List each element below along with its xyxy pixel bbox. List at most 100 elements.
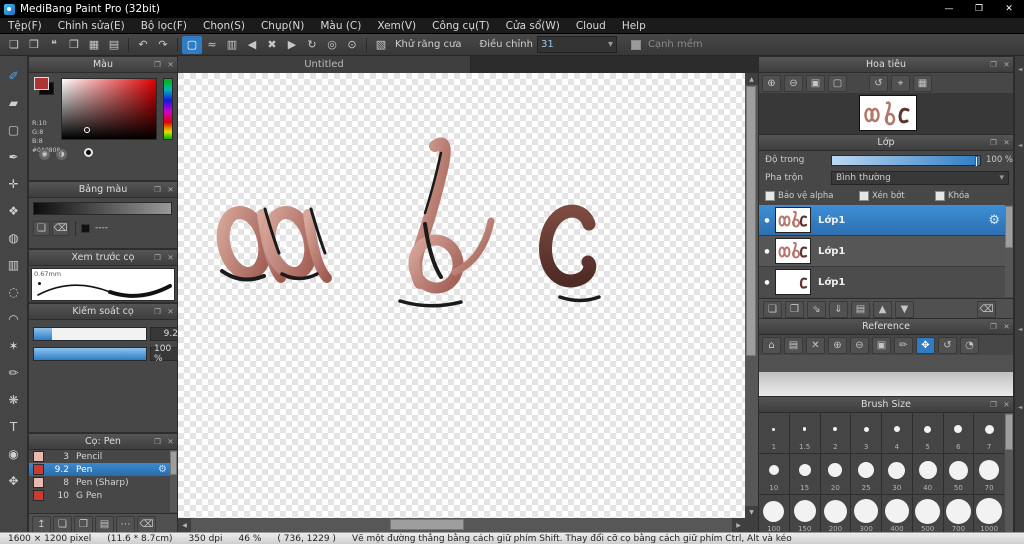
layer-visible-icon[interactable]: ● (759, 217, 775, 224)
brush-size-option[interactable]: 20 (820, 454, 851, 494)
flip-right-button[interactable]: ▶ (282, 36, 302, 54)
hand-tool-icon[interactable]: ✥ (2, 467, 26, 494)
saturation-value-picker[interactable] (61, 78, 157, 140)
layer-blend-dropdown[interactable]: Bình thường ▾ (831, 171, 1009, 185)
brush-size-option[interactable]: 100 (759, 495, 789, 535)
panel-collapse-icon[interactable]: ◄ (1015, 400, 1024, 414)
brush-size-option[interactable]: 2 (820, 413, 851, 453)
duplicate-button[interactable]: ❐ (64, 36, 84, 54)
ref-rotate-icon[interactable]: ↺ (938, 337, 957, 354)
nav-zoom-100-icon[interactable]: ▢ (828, 75, 847, 92)
navigator-preview-area[interactable] (759, 93, 1013, 134)
panel-float-icon[interactable]: ❐ (151, 253, 164, 262)
panel-close-icon[interactable]: ✕ (164, 185, 177, 194)
nav-screen-icon[interactable]: ▦ (913, 75, 932, 92)
protect-alpha-check[interactable]: Bảo vệ alpha (765, 191, 833, 201)
eraser-tool-icon[interactable]: ▰ (2, 89, 26, 116)
layer-opacity-slider[interactable] (831, 155, 981, 167)
snap-circle-button[interactable]: ◎ (322, 36, 342, 54)
move-tool-icon[interactable]: ✛ (2, 170, 26, 197)
menu-view[interactable]: Xem(V) (369, 18, 424, 34)
layer-visible-icon[interactable]: ● (759, 279, 775, 286)
canvas-hscrollbar[interactable]: ◀ ▶ (178, 518, 745, 532)
layer-move-up-icon[interactable]: ▲ (873, 301, 892, 318)
undo-button[interactable]: ↶ (133, 36, 153, 54)
panel-close-icon[interactable]: ✕ (164, 437, 177, 446)
zoom-tool-icon[interactable]: ◉ (2, 440, 26, 467)
layer-row[interactable]: ● Lớp1 (759, 267, 1005, 297)
lasso-tool-icon[interactable]: ◌ (2, 278, 26, 305)
panel-float-icon[interactable]: ❐ (987, 138, 1000, 147)
panel-float-icon[interactable]: ❐ (987, 400, 1000, 409)
palette-add-icon[interactable]: ❏ (33, 221, 50, 236)
brush-add-icon[interactable]: ❏ (53, 516, 72, 533)
palette-trash-icon[interactable]: ⌫ (52, 221, 69, 236)
brush-size-option[interactable]: 1 (759, 413, 789, 453)
menu-color[interactable]: Màu (C) (312, 18, 369, 34)
brush-item-g-pen[interactable]: 10 G Pen (29, 489, 170, 502)
ref-zoom-out-icon[interactable]: ⊖ (850, 337, 869, 354)
panel-close-icon[interactable]: ✕ (1000, 400, 1013, 409)
brush-size-option[interactable]: 10 (759, 454, 789, 494)
material-panel-button[interactable]: ▤ (104, 36, 124, 54)
brush-size-option[interactable]: 6 (943, 413, 974, 453)
brush-duplicate-icon[interactable]: ❐ (74, 516, 93, 533)
curve-tool-icon[interactable]: ◠ (2, 305, 26, 332)
menu-filter[interactable]: Bộ lọc(F) (133, 18, 195, 34)
menu-help[interactable]: Help (614, 18, 654, 34)
comment-button[interactable]: ❝ (44, 36, 64, 54)
ref-zoom-fit-icon[interactable]: ▣ (872, 337, 891, 354)
brush-size-option[interactable]: 7 (974, 413, 1004, 453)
brush-folder-icon[interactable]: ▤ (95, 516, 114, 533)
open-file-button[interactable]: ❒ (24, 36, 44, 54)
panel-close-icon[interactable]: ✕ (1000, 138, 1013, 147)
menu-snap[interactable]: Chụp(N) (253, 18, 312, 34)
ref-hand-icon[interactable]: ✥ (916, 337, 935, 354)
brush-size-slider[interactable] (33, 327, 147, 341)
brush-settings-gear-icon[interactable]: ⚙ (158, 464, 167, 475)
brush-size-option[interactable]: 40 (912, 454, 943, 494)
layers-stack-button[interactable]: ▥ (222, 36, 242, 54)
panel-float-icon[interactable]: ❐ (151, 307, 164, 316)
panel-close-icon[interactable]: ✕ (164, 307, 177, 316)
panel-collapse-icon[interactable]: ◄ (1015, 62, 1024, 76)
bucket-tool-icon[interactable]: ◍ (2, 224, 26, 251)
antialias-icon[interactable]: ▧ (371, 36, 391, 54)
brush-size-scrollbar[interactable] (1005, 413, 1013, 532)
layer-row[interactable]: ● Lớp1 (759, 236, 1005, 267)
ref-close-icon[interactable]: ✕ (806, 337, 825, 354)
brush-up-icon[interactable]: ↥ (32, 516, 51, 533)
layer-settings-gear-icon[interactable]: ⚙ (988, 213, 1000, 228)
layer-folder-icon[interactable]: ▤ (851, 301, 870, 318)
scroll-down-icon[interactable]: ▼ (745, 506, 758, 518)
panel-float-icon[interactable]: ❐ (987, 60, 1000, 69)
panel-collapse-icon[interactable]: ◄ (1015, 322, 1024, 336)
soft-edge-checkbox[interactable] (630, 39, 641, 50)
nav-zoom-in-icon[interactable]: ⊕ (762, 75, 781, 92)
brush-opacity-slider[interactable] (33, 347, 147, 361)
text-tool-icon[interactable]: T (2, 413, 26, 440)
ref-zoom-in-icon[interactable]: ⊕ (828, 337, 847, 354)
brush-size-option[interactable]: 3 (851, 413, 881, 453)
brush-size-option[interactable]: 50 (943, 454, 974, 494)
color-picker-cursor[interactable] (84, 127, 90, 133)
foreground-color-swatch[interactable] (34, 77, 49, 90)
panel-float-icon[interactable]: ❐ (151, 437, 164, 446)
rotate-button[interactable]: ↻ (302, 36, 322, 54)
brush-tool-icon[interactable]: ✐ (2, 62, 26, 89)
brush-size-option[interactable]: 300 (851, 495, 881, 535)
ref-pipette-icon[interactable]: ◔ (960, 337, 979, 354)
nav-zoom-fit-icon[interactable]: ▣ (806, 75, 825, 92)
menu-select[interactable]: Chọn(S) (195, 18, 253, 34)
cancel-select-button[interactable]: ✖ (262, 36, 282, 54)
minimize-button[interactable]: — (934, 0, 964, 18)
ref-pencil-icon[interactable]: ✏ (894, 337, 913, 354)
brush-size-option[interactable]: 4 (882, 413, 912, 453)
ref-folder-icon[interactable]: ▤ (784, 337, 803, 354)
close-button[interactable]: ✕ (994, 0, 1024, 18)
redo-button[interactable]: ↷ (153, 36, 173, 54)
snap-target-button[interactable]: ⊙ (342, 36, 362, 54)
new-file-button[interactable]: ❏ (4, 36, 24, 54)
brush-size-option[interactable]: 70 (974, 454, 1004, 494)
stamp-tool-icon[interactable]: ❖ (2, 197, 26, 224)
